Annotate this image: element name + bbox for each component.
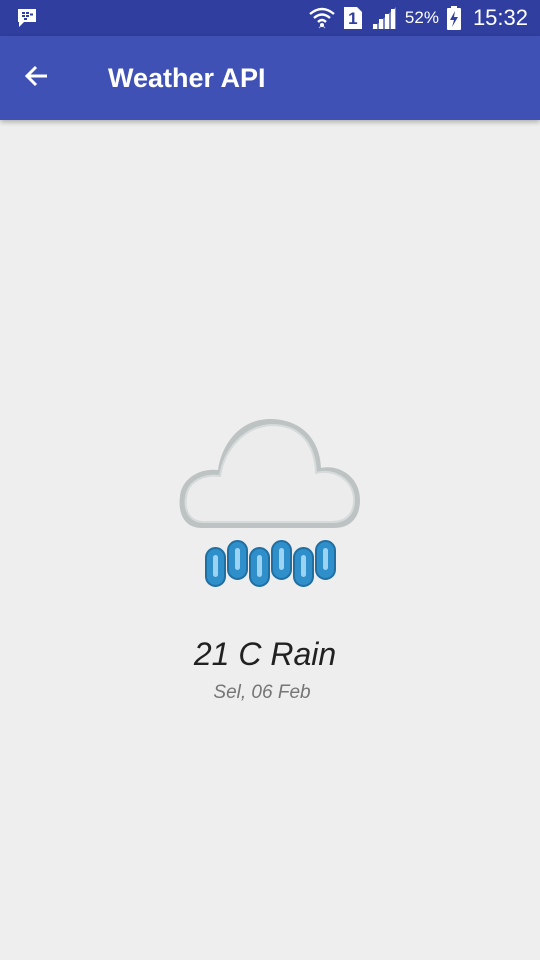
battery-percent: 52% <box>404 8 439 27</box>
battery-charging-icon <box>446 6 461 30</box>
status-icons: 1 52% 15:32 <box>309 0 528 36</box>
sim-1-icon: 1 <box>343 6 363 30</box>
weather-date: Sel, 06 Feb <box>213 682 311 703</box>
app-bar: Weather API <box>0 36 540 120</box>
bbm-notification-icon <box>16 8 38 28</box>
cloud-shape <box>179 418 360 528</box>
rain-drops <box>205 540 336 587</box>
back-button[interactable] <box>12 54 60 102</box>
sim-number: 1 <box>348 9 358 28</box>
signal-icon <box>371 6 397 30</box>
weather-summary: 21 C Rain <box>193 636 337 672</box>
status-bar: 1 52% 15:32 <box>0 0 540 36</box>
cloud-rain-icon <box>170 410 370 595</box>
page-title: Weather API <box>108 63 266 93</box>
wifi-icon <box>309 5 335 31</box>
arrow-back-icon <box>23 64 49 93</box>
status-clock: 15:32 <box>472 5 528 30</box>
